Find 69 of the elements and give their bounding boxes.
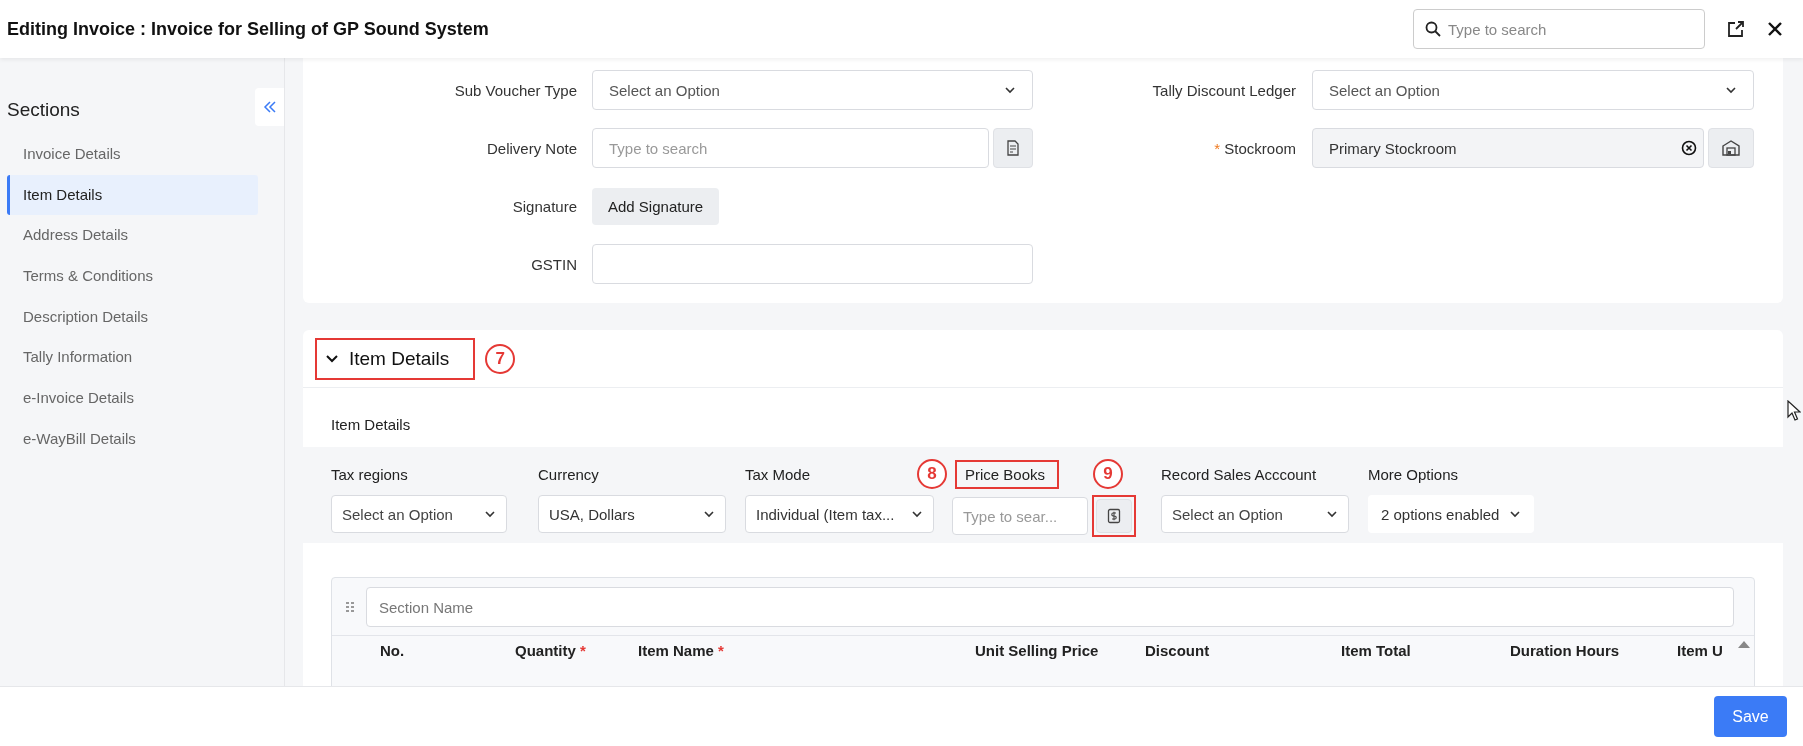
column-header: Quantity * [515, 642, 587, 659]
section-subtitle: Item Details [330, 415, 412, 435]
dollar-document-icon [1107, 508, 1121, 524]
sidebar-item[interactable]: Terms & Conditions [7, 256, 258, 297]
lookup-button[interactable] [993, 128, 1033, 168]
sidebar-item[interactable]: e-WayBill Details [7, 418, 258, 459]
search-field[interactable]: Type to search [1413, 9, 1705, 49]
options-dropdown[interactable]: 2 options enabled [1368, 495, 1534, 533]
input-field[interactable]: Type to search [592, 128, 989, 168]
field-label: * Stockroom [1213, 139, 1296, 157]
add-signature-button[interactable]: Add Signature [592, 187, 720, 225]
sidebar-item[interactable]: Tally Information [7, 337, 258, 378]
chevron-down-icon [484, 508, 496, 520]
column-header: Item Name * [638, 642, 725, 659]
clear-icon[interactable] [1681, 140, 1697, 156]
document-icon [1005, 140, 1021, 156]
sidebar-item[interactable]: Invoice Details [7, 134, 258, 174]
field-label: More Options [1368, 465, 1459, 483]
step-marker: 7 [485, 343, 516, 374]
chevron-down-icon [1725, 84, 1737, 96]
column-header: Item Total [1341, 642, 1412, 659]
chevron-down-icon [703, 508, 715, 520]
field-label: GSTIN [530, 255, 577, 273]
external-link-icon[interactable] [1727, 20, 1745, 38]
input-field[interactable] [592, 244, 1033, 284]
chevron-down-icon [1004, 84, 1016, 96]
save-button[interactable]: Save [1714, 696, 1787, 737]
chevron-down-icon [1509, 508, 1521, 520]
field-label: Tax Mode [745, 465, 811, 483]
field-label: Price Books [965, 465, 1046, 483]
column-header: No. [380, 642, 406, 659]
column-header: Discount [1145, 642, 1211, 659]
field-label: Currency [538, 465, 599, 483]
sidebar-item[interactable]: Description Details [7, 296, 258, 337]
select-field[interactable]: Select an Option [1312, 70, 1754, 110]
field-label: Signature [511, 197, 577, 215]
close-icon[interactable] [1767, 21, 1783, 37]
grip-icon [346, 602, 354, 612]
chevron-down-icon [1326, 508, 1338, 520]
field-label: Delivery Note [485, 139, 577, 157]
column-header: Duration Hours [1510, 642, 1621, 659]
scroll-up-icon[interactable] [1738, 640, 1750, 648]
select-field[interactable]: Select an Option [1161, 495, 1349, 533]
section-toggle[interactable]: Item Details [323, 345, 452, 372]
field-label: Record Sales Acccount [1161, 465, 1317, 483]
field-label: Tally Discount Ledger [1151, 81, 1296, 99]
select-field[interactable]: Select an Option [331, 495, 507, 533]
warehouse-icon [1722, 140, 1740, 156]
sidebar-item[interactable]: Address Details [7, 215, 258, 256]
select-field[interactable]: Select an Option [592, 70, 1033, 110]
select-field[interactable]: USA, Dollars [538, 495, 726, 533]
step-marker: 9 [1093, 459, 1124, 489]
warehouse-button[interactable] [1708, 128, 1754, 168]
sidebar-title: Sections [7, 98, 80, 121]
field-label: Tax regions [331, 465, 408, 483]
column-header: Item U [1677, 642, 1723, 659]
window-title: Editing Invoice : Invoice for Selling of GP Sound System [7, 18, 489, 40]
field-label: Sub Voucher Type [453, 81, 577, 99]
sidebar-item[interactable]: e-Invoice Details [7, 378, 258, 419]
step-marker: 8 [917, 459, 947, 489]
sidebar-item[interactable]: Item Details [7, 174, 258, 215]
picked-field[interactable]: Primary Stockroom [1312, 128, 1704, 168]
input-field[interactable]: Type to sear... [952, 497, 1088, 535]
chevron-down-icon [911, 508, 923, 520]
section-name-field[interactable]: Section Name [366, 587, 1734, 627]
column-header: Unit Selling Price [975, 642, 1100, 659]
double-chevron-left-icon [262, 100, 277, 114]
select-field[interactable]: Individual (Item tax... [745, 495, 934, 533]
price-book-button[interactable] [1096, 499, 1132, 533]
